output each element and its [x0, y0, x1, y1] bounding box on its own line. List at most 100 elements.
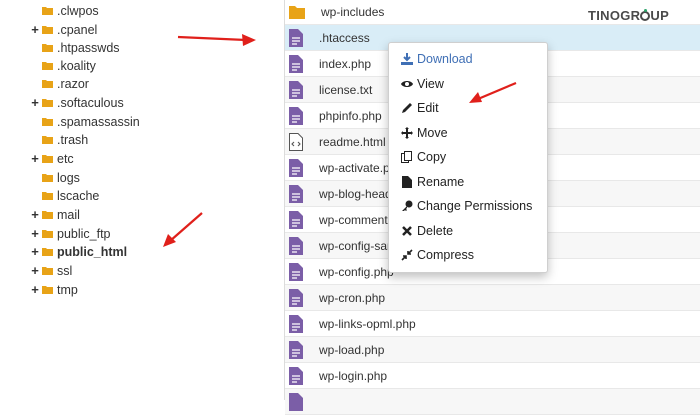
annotation-arrow — [469, 81, 517, 103]
tree-item-label: lscache — [57, 188, 100, 203]
file-row[interactable]: wp-cron.php — [285, 285, 700, 311]
menu-item-view[interactable]: View — [401, 74, 444, 94]
document-icon — [289, 106, 303, 125]
tree-item[interactable]: + mail — [30, 205, 80, 224]
file-name: license.txt — [319, 82, 373, 97]
menu-item-move[interactable]: Move — [401, 123, 448, 143]
file-name: wp-blog-head — [319, 186, 392, 201]
expand-toggle[interactable]: + — [30, 22, 40, 37]
menu-item-label: Move — [417, 126, 448, 140]
expand-toggle[interactable]: + — [30, 151, 40, 166]
copy-icon — [401, 151, 412, 163]
folder-icon — [42, 136, 53, 144]
file-row[interactable]: wp-links-opml.php — [285, 311, 700, 337]
download-icon — [401, 53, 413, 65]
menu-item-label: Delete — [417, 224, 454, 238]
annotation-arrow — [177, 34, 256, 46]
menu-item-compress[interactable]: Compress — [401, 245, 474, 265]
tree-item-label: .cpanel — [57, 22, 98, 37]
tree-item[interactable]: + etc — [30, 149, 74, 168]
code-file-icon — [289, 132, 303, 151]
folder-icon — [42, 26, 53, 34]
folder-icon — [42, 155, 53, 163]
key-icon — [402, 200, 413, 211]
folder-icon — [42, 192, 53, 200]
file-name: index.php — [319, 56, 372, 71]
expand-toggle[interactable]: + — [30, 226, 40, 241]
tree-item[interactable]: logs — [30, 168, 80, 187]
folder-icon — [42, 248, 53, 256]
expand-toggle[interactable]: + — [30, 282, 40, 297]
move-icon — [401, 127, 413, 139]
document-icon — [289, 184, 303, 203]
menu-item-change-permissions[interactable]: Change Permissions — [401, 196, 532, 216]
tree-item[interactable]: + .cpanel — [30, 20, 97, 39]
file-row[interactable]: wp-login.php — [285, 363, 700, 389]
document-icon — [289, 262, 303, 281]
tree-item[interactable]: + .softaculous — [30, 93, 124, 112]
expand-toggle[interactable]: + — [30, 95, 40, 110]
tree-item-current[interactable]: + public_html — [30, 242, 127, 261]
tree-item[interactable]: .htpasswds — [30, 38, 120, 57]
menu-item-edit[interactable]: Edit — [401, 98, 439, 118]
folder-icon — [42, 230, 53, 238]
file-name: wp-cron.php — [319, 290, 386, 305]
tree-item-label: tmp — [57, 282, 78, 297]
tree-item-label: .koality — [57, 58, 96, 73]
folder-icon — [42, 62, 53, 70]
tree-item-label: .clwpos — [57, 3, 99, 18]
tree-item-label: logs — [57, 170, 80, 185]
folder-icon — [42, 99, 53, 107]
file-row[interactable]: wp-load.php — [285, 337, 700, 363]
file-name: wp-config.php — [319, 264, 394, 279]
document-icon — [289, 158, 303, 177]
document-icon — [289, 54, 303, 73]
tree-item-label: .spamassassin — [57, 114, 140, 129]
file-name: wp-config-sar — [319, 238, 392, 253]
tree-item[interactable]: .koality — [30, 56, 96, 75]
file-name: .htaccess — [319, 30, 370, 45]
document-icon — [289, 210, 303, 229]
menu-item-label: Compress — [417, 248, 474, 262]
tree-item[interactable]: lscache — [30, 186, 99, 205]
close-icon — [402, 226, 412, 236]
tree-item[interactable]: + ssl — [30, 261, 72, 280]
tree-item-label: etc — [57, 151, 74, 166]
document-icon — [289, 288, 303, 307]
expand-toggle[interactable]: + — [30, 263, 40, 278]
menu-item-copy[interactable]: Copy — [401, 147, 446, 167]
expand-toggle[interactable]: + — [30, 244, 40, 259]
file-row[interactable] — [285, 389, 700, 415]
compress-icon — [401, 249, 413, 261]
tree-item[interactable]: + tmp — [30, 280, 78, 299]
menu-item-rename[interactable]: Rename — [401, 172, 464, 192]
menu-item-download[interactable]: Download — [401, 49, 473, 69]
document-icon — [289, 80, 303, 99]
file-name: wp-load.php — [319, 342, 385, 357]
file-name: readme.html — [319, 134, 386, 149]
pencil-icon — [402, 103, 412, 113]
folder-tree: .clwpos + .cpanel .htpasswds .koality .ra… — [0, 0, 284, 400]
document-icon — [289, 366, 303, 385]
document-icon — [289, 314, 303, 333]
tree-item[interactable]: .spamassassin — [30, 112, 140, 131]
folder-icon — [42, 211, 53, 219]
tree-item[interactable]: .razor — [30, 74, 89, 93]
tree-item-label: .htpasswds — [57, 40, 120, 55]
file-name: wp-comments- — [319, 212, 398, 227]
tree-item[interactable]: .clwpos — [30, 1, 99, 20]
file-name: phpinfo.php — [319, 108, 382, 123]
tree-item-label: .softaculous — [57, 95, 124, 110]
tree-item-label: public_html — [57, 244, 128, 259]
document-icon — [289, 236, 303, 255]
tree-item-label: mail — [57, 207, 80, 222]
logo-o-glyph — [640, 9, 651, 21]
tree-item-label: .trash — [57, 132, 89, 147]
expand-toggle[interactable]: + — [30, 207, 40, 222]
tree-item[interactable]: + public_ftp — [30, 224, 110, 243]
annotation-arrow — [163, 212, 203, 247]
menu-item-delete[interactable]: Delete — [401, 221, 453, 241]
tree-item-label: ssl — [57, 263, 73, 278]
folder-icon — [42, 267, 53, 275]
tree-item[interactable]: .trash — [30, 130, 88, 149]
